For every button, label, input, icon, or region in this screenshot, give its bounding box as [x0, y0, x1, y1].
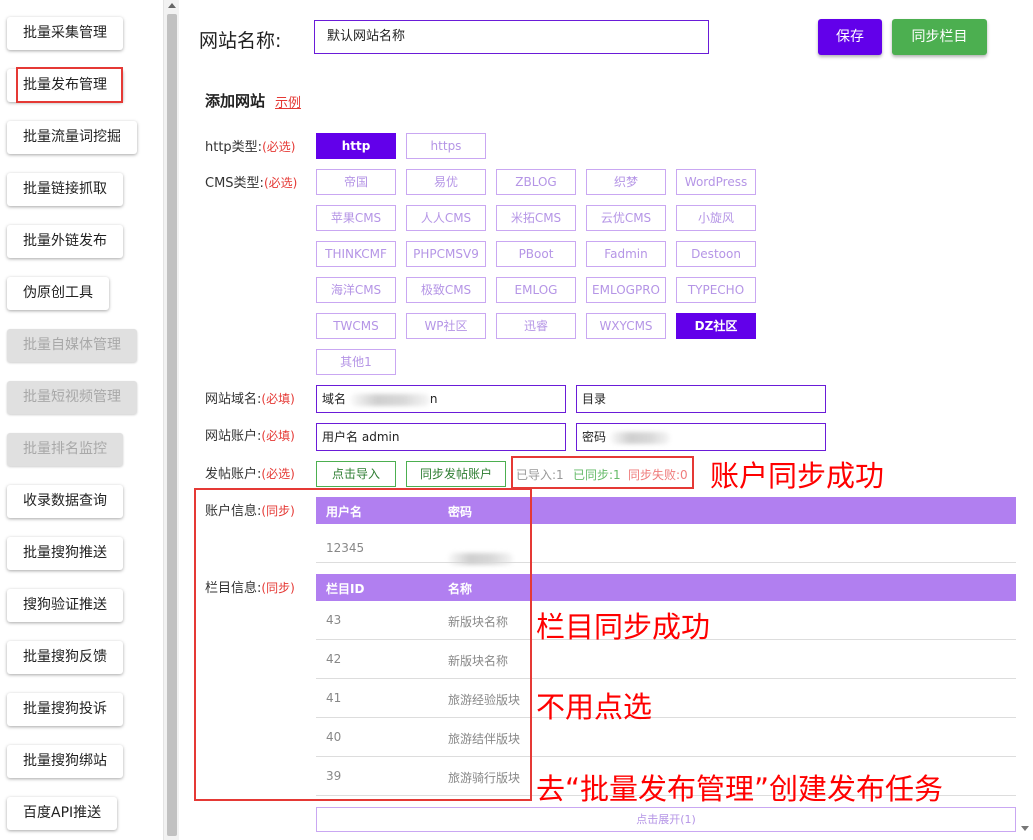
- sidebar: 批量采集管理 批量发布管理 批量流量词挖掘 批量链接抓取 批量外链发布 伪原创工…: [0, 0, 163, 840]
- sidebar-item-backlink-publish[interactable]: 批量外链发布: [7, 225, 123, 258]
- cms-option[interactable]: 迅睿: [496, 313, 576, 339]
- required-mark: (必选): [262, 140, 296, 154]
- sync-columns-button[interactable]: 同步栏目: [892, 19, 987, 55]
- cms-option[interactable]: Fadmin: [586, 241, 666, 267]
- site-name-label: 网站名称:: [199, 30, 282, 52]
- cms-option[interactable]: TYPECHO: [676, 277, 756, 303]
- password-input[interactable]: 密码: [576, 423, 826, 451]
- http-option-https[interactable]: https: [406, 133, 486, 159]
- cms-option[interactable]: 米拓CMS: [496, 205, 576, 231]
- redacted-blur: [609, 431, 670, 444]
- annotation-highlight-box: [194, 488, 532, 801]
- username-prefix: 用户名: [322, 430, 359, 444]
- site-name-input[interactable]: 默认网站名称: [314, 20, 709, 54]
- domain-input[interactable]: 域名 n: [316, 385, 566, 413]
- required-mark: (必填): [261, 429, 295, 443]
- annotation-column-sync: 栏目同步成功: [536, 610, 711, 644]
- sidebar-item-sogou-feedback[interactable]: 批量搜狗反馈: [7, 641, 123, 674]
- annotation-highlight-box: [16, 67, 123, 103]
- sidebar-item-batch-collect[interactable]: 批量采集管理: [7, 17, 123, 50]
- cms-option[interactable]: Destoon: [676, 241, 756, 267]
- cms-option[interactable]: 海洋CMS: [316, 277, 396, 303]
- sidebar-item-link-crawl[interactable]: 批量链接抓取: [7, 173, 123, 206]
- account-label: 网站账户:(必填): [205, 425, 295, 444]
- cms-option[interactable]: 苹果CMS: [316, 205, 396, 231]
- main-scrollbar[interactable]: [1016, 0, 1033, 840]
- domain-label: 网站域名:(必填): [205, 388, 295, 407]
- directory-input[interactable]: 目录: [576, 385, 826, 413]
- cms-option[interactable]: 其他1: [316, 349, 396, 375]
- cms-type-label-text: CMS类型:: [205, 176, 264, 191]
- sidebar-item-rank-monitor[interactable]: 批量排名监控: [7, 433, 123, 466]
- sidebar-item-sogou-complaint[interactable]: 批量搜狗投诉: [7, 693, 123, 726]
- domain-suffix: n: [429, 392, 438, 406]
- cms-option[interactable]: PBoot: [496, 241, 576, 267]
- domain-label-text: 网站域名:: [205, 392, 262, 407]
- cms-option[interactable]: 小旋风: [676, 205, 756, 231]
- cms-option[interactable]: EMLOGPRO: [586, 277, 666, 303]
- sidebar-item-sogou-verify-push[interactable]: 搜狗验证推送: [7, 589, 123, 622]
- cms-option[interactable]: WXYCMS: [586, 313, 666, 339]
- example-link[interactable]: 示例: [275, 92, 301, 111]
- sidebar-item-sogou-push[interactable]: 批量搜狗推送: [7, 537, 123, 570]
- import-button[interactable]: 点击导入: [316, 461, 396, 487]
- post-account-label-text: 发帖账户:: [205, 467, 262, 482]
- scroll-up-arrow-icon[interactable]: [168, 3, 176, 8]
- username-input[interactable]: 用户名 admin: [316, 423, 566, 451]
- sidebar-item-index-query[interactable]: 收录数据查询: [7, 485, 123, 518]
- annotation-no-select: 不用点选: [536, 690, 653, 724]
- cms-option[interactable]: 人人CMS: [406, 205, 486, 231]
- sidebar-item-baidu-api-push[interactable]: 百度API推送: [7, 797, 118, 830]
- cms-option[interactable]: 极致CMS: [406, 277, 486, 303]
- scroll-down-arrow-icon[interactable]: [1021, 826, 1029, 831]
- account-label-text: 网站账户:: [205, 429, 262, 444]
- sync-post-account-button[interactable]: 同步发帖账户: [406, 461, 506, 487]
- password-prefix: 密码: [582, 430, 607, 444]
- domain-prefix: 域名: [322, 392, 347, 406]
- cms-option[interactable]: THINKCMF: [316, 241, 396, 267]
- cms-option[interactable]: 帝国: [316, 169, 396, 195]
- sidebar-item-pseudo-original[interactable]: 伪原创工具: [7, 277, 109, 310]
- cms-option[interactable]: 易优: [406, 169, 486, 195]
- cms-option[interactable]: WP社区: [406, 313, 486, 339]
- sidebar-scrollbar[interactable]: [163, 0, 179, 840]
- sidebar-item-self-media[interactable]: 批量自媒体管理: [7, 329, 137, 362]
- annotation-account-sync: 账户同步成功: [710, 459, 885, 493]
- cms-option[interactable]: 云优CMS: [586, 205, 666, 231]
- sidebar-item-sogou-bind[interactable]: 批量搜狗绑站: [7, 745, 123, 778]
- annotation-goto-publish: 去“批量发布管理”创建发布任务: [536, 772, 944, 806]
- sidebar-item-keyword-mining[interactable]: 批量流量词挖掘: [7, 121, 137, 154]
- required-mark: (必选): [261, 467, 295, 481]
- http-type-label-text: http类型:: [205, 140, 263, 155]
- sidebar-item-short-video[interactable]: 批量短视频管理: [7, 381, 137, 414]
- cms-option[interactable]: EMLOG: [496, 277, 576, 303]
- username-value: admin: [361, 430, 400, 444]
- cms-option[interactable]: DZ社区: [676, 313, 756, 339]
- http-type-label: http类型:(必选): [205, 136, 295, 155]
- scrollbar-thumb[interactable]: [167, 14, 177, 836]
- add-site-title: 添加网站: [205, 92, 266, 110]
- cms-option[interactable]: ZBLOG: [496, 169, 576, 195]
- redacted-blur: [349, 393, 430, 406]
- annotation-highlight-box: [511, 456, 694, 489]
- save-button[interactable]: 保存: [818, 19, 882, 55]
- cms-option[interactable]: PHPCMSV9: [406, 241, 486, 267]
- cms-option[interactable]: TWCMS: [316, 313, 396, 339]
- cms-option[interactable]: 织梦: [586, 169, 666, 195]
- http-option-http[interactable]: http: [316, 133, 396, 159]
- expand-button[interactable]: 点击展开(1): [316, 807, 1016, 832]
- cms-type-label: CMS类型:(必选): [205, 172, 297, 191]
- cms-option[interactable]: WordPress: [676, 169, 756, 195]
- required-mark: (必填): [261, 392, 295, 406]
- required-mark: (必选): [263, 176, 298, 190]
- post-account-label: 发帖账户:(必选): [205, 463, 295, 482]
